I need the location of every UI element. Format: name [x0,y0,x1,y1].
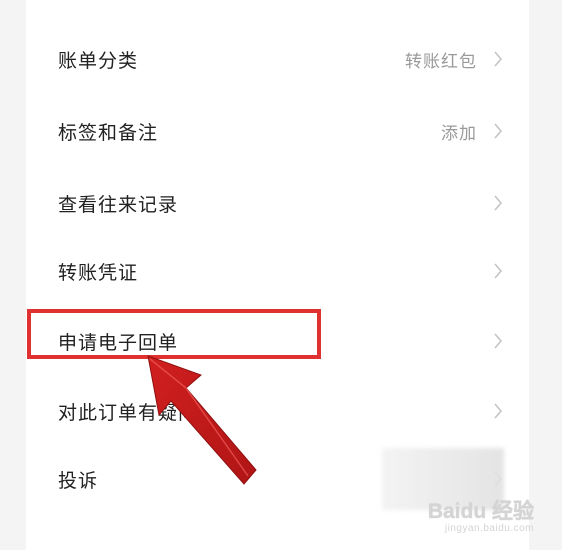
menu-item-order-question[interactable]: 对此订单有疑问 [26,376,529,446]
chevron-right-icon [491,261,505,281]
chevron-right-icon [491,331,505,351]
menu-item-label: 查看往来记录 [58,193,179,216]
watermark-main: Baidu 经验 [427,500,534,523]
chevron-right-icon [491,401,505,421]
menu-item-label: 对此订单有疑问 [58,401,199,424]
menu-item-label: 标签和备注 [58,121,159,144]
right-gutter [529,0,562,550]
menu-item-value: 添加 [441,123,477,144]
watermark-sub: jingyan.baidu.com [444,523,534,534]
menu-item-label: 转账凭证 [58,261,139,284]
left-gutter [0,0,26,550]
menu-item-tags-notes[interactable]: 标签和备注 添加 [26,96,529,166]
chevron-right-icon [491,121,505,141]
chevron-right-icon [491,193,505,213]
menu-item-label: 申请电子回单 [58,331,179,354]
menu-item-label: 账单分类 [58,49,139,72]
menu-item-transfer-voucher[interactable]: 转账凭证 [26,236,529,306]
menu-item-bill-category[interactable]: 账单分类 转账红包 [26,24,529,94]
menu-item-transaction-history[interactable]: 查看往来记录 [26,168,529,238]
menu-item-apply-e-receipt[interactable]: 申请电子回单 [26,306,529,376]
menu-item-value: 转账红包 [405,51,477,72]
chevron-right-icon [491,49,505,69]
bill-detail-menu: 账单分类 转账红包 标签和备注 添加 查看往来记录 转账凭证 申请电子回单 对此… [26,24,529,512]
menu-item-label: 投诉 [58,469,99,492]
watermark: Baidu 经验 jingyan.baidu.com [428,501,534,534]
